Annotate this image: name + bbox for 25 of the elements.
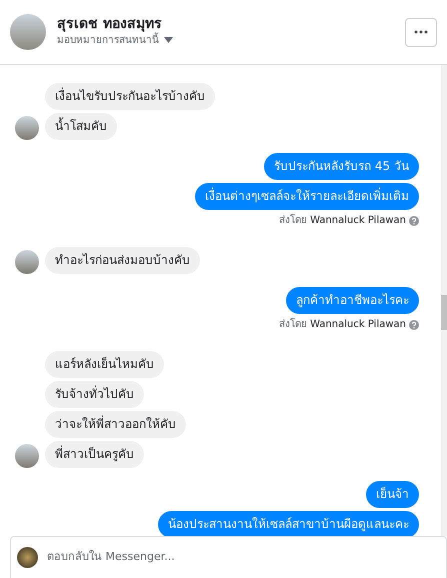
outgoing-message: น้องประสานงานให้เซลล์สาขาบ้านผือดูแลนะคะ xyxy=(158,511,419,536)
contact-name: สุรเดช ทองสมุทร xyxy=(57,16,163,32)
incoming-message: เงื่อนไขรับประกันอะไรบ้างคับ xyxy=(45,83,215,110)
help-icon[interactable] xyxy=(409,216,419,226)
profile-avatar xyxy=(10,14,46,50)
more-icon[interactable] xyxy=(414,30,428,34)
help-icon[interactable] xyxy=(409,320,419,330)
page-avatar xyxy=(17,547,38,568)
assign-conversation-link[interactable]: มอบหมายการสนทนานี้ xyxy=(57,32,159,48)
outgoing-message: เงื่อนต่างๆเซลล์จะให้รายละเอียดเพิ่มเติม xyxy=(195,183,419,210)
caret-icon[interactable] xyxy=(164,37,173,44)
sender-note: ส่งโดย Wannaluck Pilawan xyxy=(278,213,406,228)
outgoing-message: เย็นจ้า xyxy=(366,481,419,508)
scrollbar-thumb[interactable] xyxy=(441,295,447,330)
incoming-message: ทำอะไรก่อนส่งมอบบ้างคับ xyxy=(45,247,200,274)
incoming-message: น้ำโสมคับ xyxy=(45,113,117,140)
reply-box[interactable]: ตอบกลับใน Messenger... xyxy=(10,536,447,578)
incoming-message: ว่าจะให้พี่สาวออกให้คับ xyxy=(45,411,186,438)
incoming-message: พี่สาวเป็นครูคับ xyxy=(45,441,144,468)
outgoing-message: รับประกันหลังรับรถ 45 วัน xyxy=(264,153,419,180)
scrollbar-track[interactable] xyxy=(441,65,447,536)
incoming-message: รับจ้างทั่วไปคับ xyxy=(45,381,144,408)
incoming-message: แอร์หลังเย็นไหมคับ xyxy=(45,351,164,378)
outgoing-message: ลูกค้าทำอาชีพอะไรคะ xyxy=(286,287,419,314)
sender-note: ส่งโดย Wannaluck Pilawan xyxy=(278,317,406,332)
